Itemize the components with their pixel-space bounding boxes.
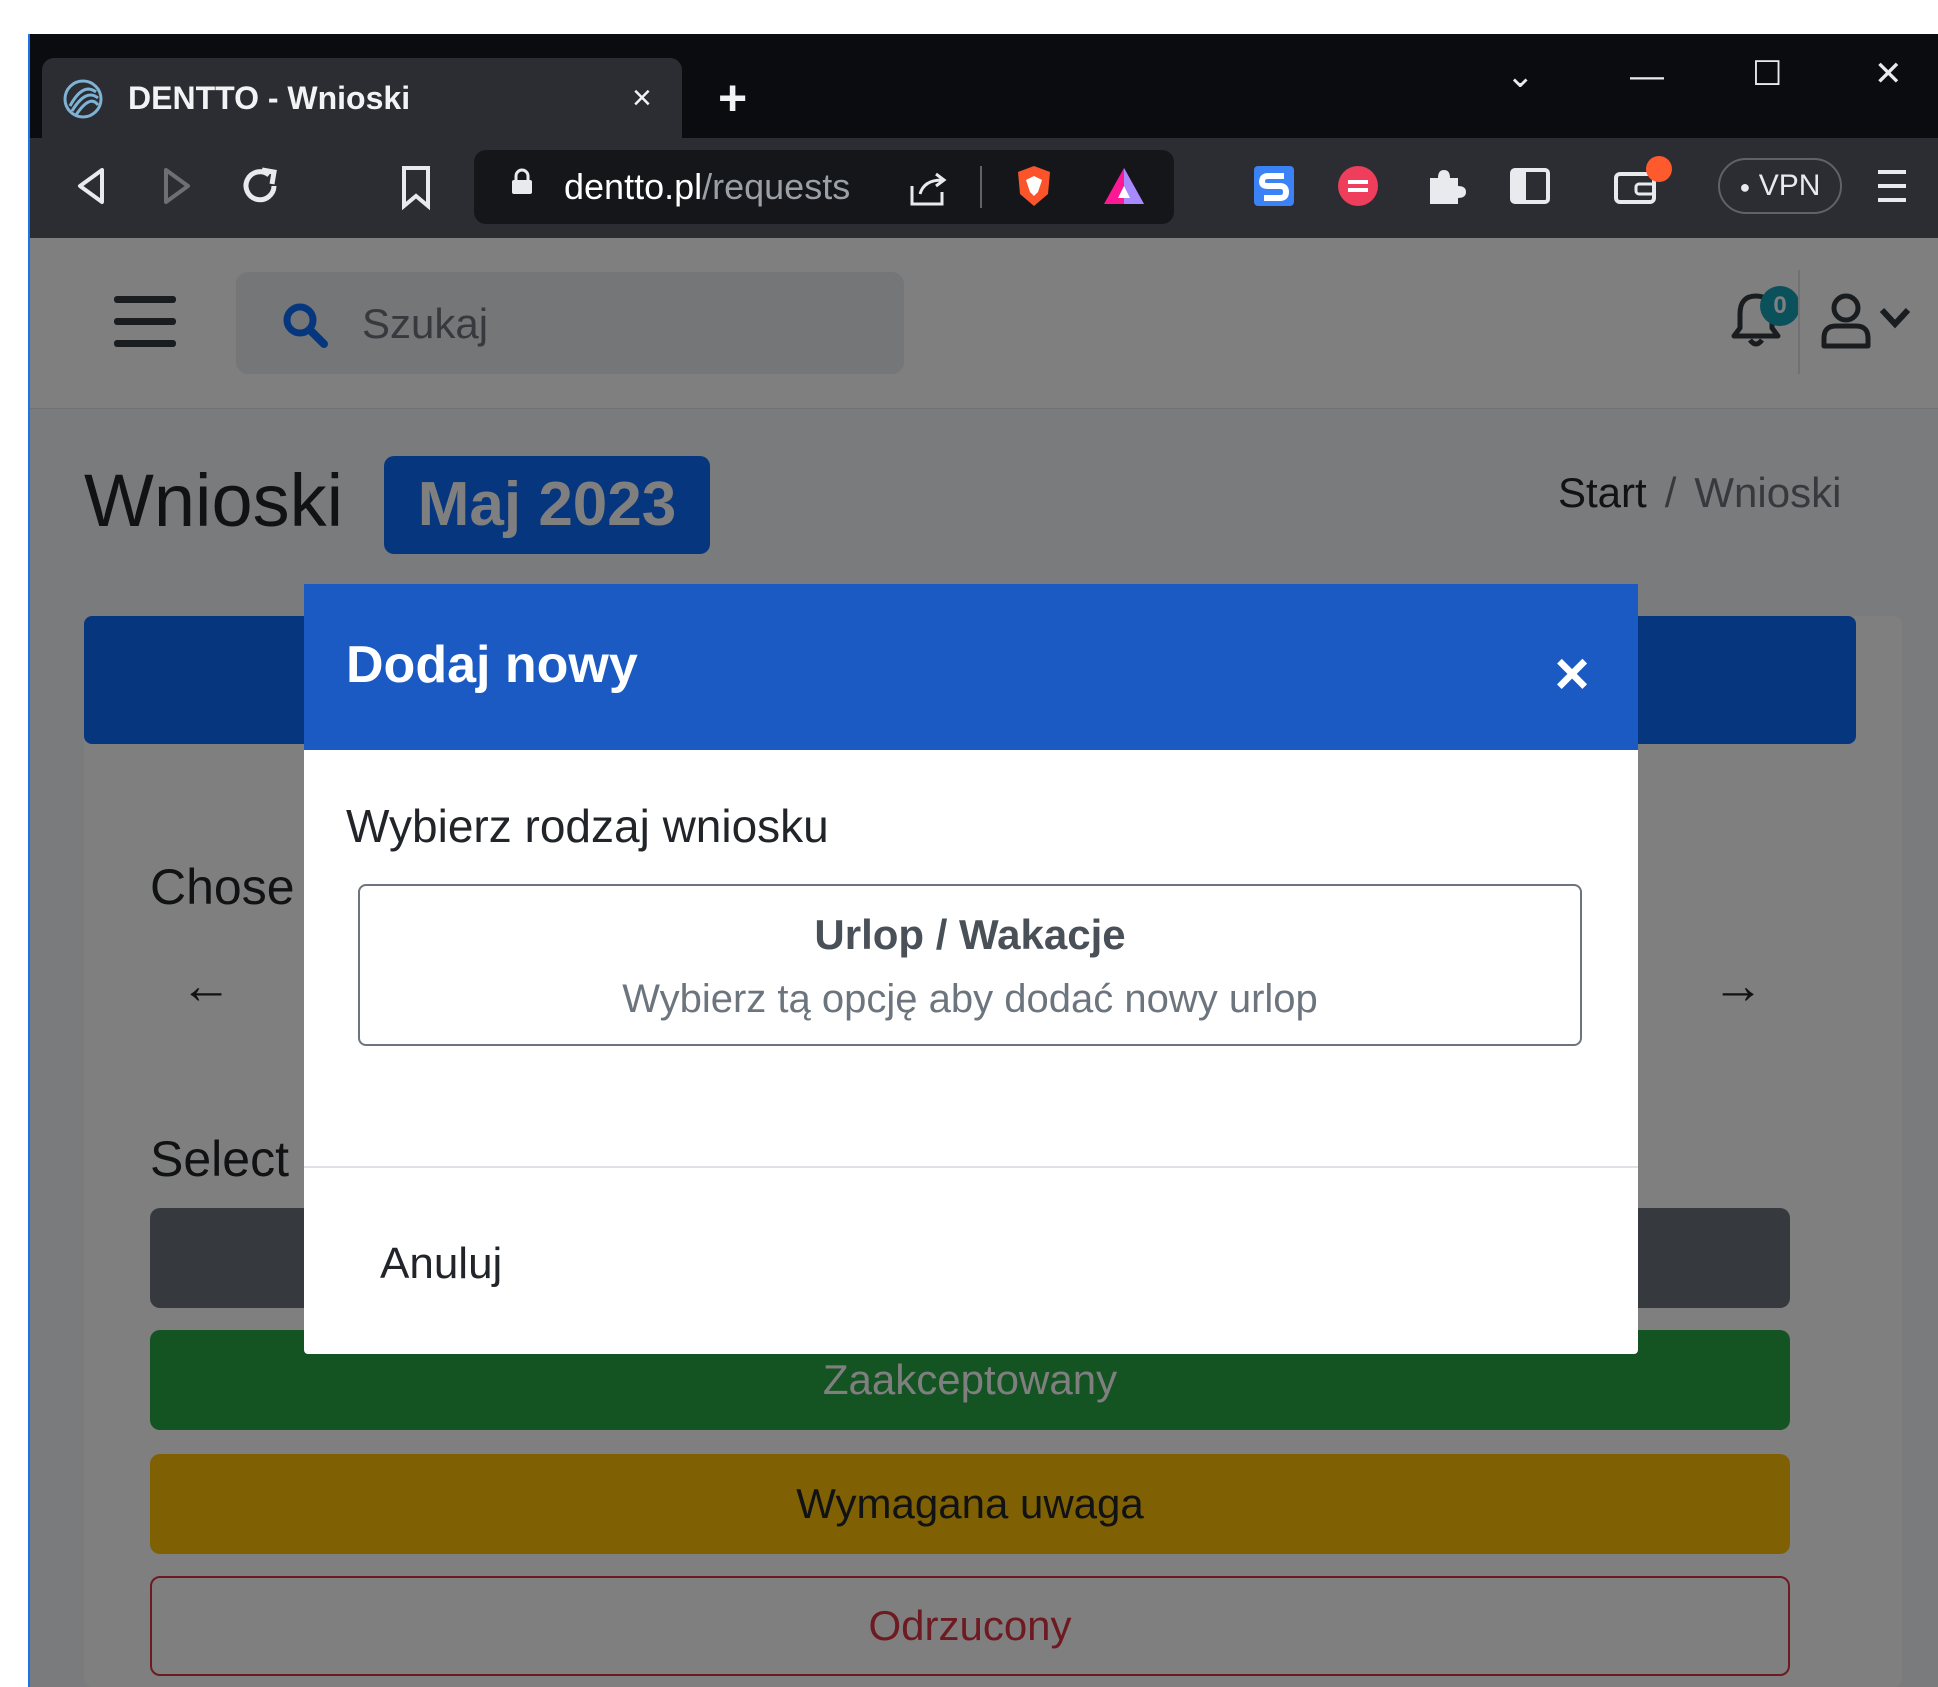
share-icon[interactable] — [906, 166, 950, 210]
maximize-button[interactable]: ☐ — [1752, 54, 1782, 94]
vpn-button[interactable]: ● VPN — [1718, 158, 1842, 214]
minimize-button[interactable]: — — [1630, 56, 1664, 96]
lock-icon — [512, 168, 532, 194]
red-extension-icon[interactable] — [1334, 162, 1382, 210]
tab-title: DENTTO - Wnioski — [128, 80, 411, 116]
bookmark-icon[interactable] — [396, 164, 436, 210]
vacation-option-description: Wybierz tą opcję aby dodać nowy urlop — [622, 977, 1318, 1021]
forward-icon[interactable] — [154, 164, 198, 208]
vacation-option-title: Urlop / Wakacje — [814, 911, 1126, 958]
new-tab-button[interactable]: + — [718, 70, 747, 126]
cancel-button[interactable]: Anuluj — [380, 1234, 502, 1294]
close-icon[interactable]: × — [1548, 644, 1596, 704]
modal-footer-divider — [304, 1166, 1638, 1168]
back-icon[interactable] — [70, 164, 114, 208]
brave-rewards-icon[interactable] — [1100, 162, 1148, 210]
menu-icon[interactable] — [1876, 168, 1908, 204]
extensions-puzzle-icon[interactable] — [1420, 162, 1468, 210]
url-text[interactable]: dentto.pl/requests — [564, 164, 850, 210]
s-extension-icon[interactable] — [1250, 162, 1298, 210]
request-type-label: Wybierz rodzaj wniosku — [346, 800, 829, 852]
close-window-button[interactable]: ✕ — [1874, 54, 1903, 94]
dentto-favicon-icon — [63, 79, 103, 119]
omnibox-divider — [980, 166, 982, 208]
sidebar-icon[interactable] — [1506, 162, 1554, 210]
tab-close-icon[interactable]: × — [632, 76, 652, 120]
brave-shields-icon[interactable] — [1010, 162, 1058, 210]
reload-icon[interactable] — [236, 162, 284, 210]
modal-title: Dodaj nowy — [346, 636, 638, 694]
tab-search-icon[interactable]: ⌄ — [1506, 56, 1535, 96]
wallet-notification-dot — [1646, 156, 1672, 182]
